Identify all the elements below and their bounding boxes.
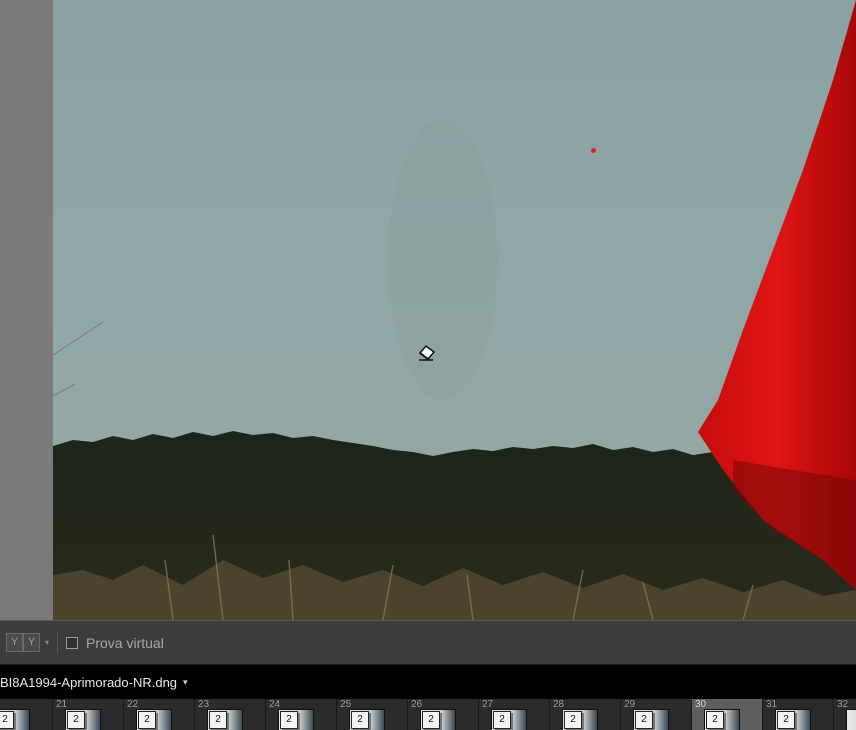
filmstrip-header: BI8A1994-Aprimorado-NR.dng ▾ bbox=[0, 664, 856, 700]
view-toolbar: Y Y ▾ Prova virtual bbox=[0, 620, 856, 664]
filmstrip-thumbnail[interactable]: 21 2 bbox=[53, 699, 124, 730]
thumbnail-image[interactable]: 2 bbox=[420, 709, 456, 730]
stack-count-badge[interactable]: 2 bbox=[0, 711, 14, 729]
filmstrip-thumbnail[interactable]: 30 2 bbox=[692, 699, 763, 730]
toolbar-divider bbox=[57, 631, 59, 654]
filmstrip-thumbnail[interactable]: 32 bbox=[834, 699, 856, 730]
stack-count-badge[interactable]: 2 bbox=[635, 711, 653, 729]
stack-count-badge[interactable]: 2 bbox=[777, 711, 795, 729]
stack-count-badge[interactable]: 2 bbox=[422, 711, 440, 729]
filmstrip-thumbnail[interactable]: 23 2 bbox=[195, 699, 266, 730]
chevron-down-icon[interactable]: ▾ bbox=[183, 678, 188, 688]
before-after-toggle[interactable]: Y Y ▾ bbox=[6, 633, 49, 652]
filmstrip-thumbnail[interactable]: 31 2 bbox=[763, 699, 834, 730]
thumbnail-image[interactable]: 2 bbox=[633, 709, 669, 730]
stack-count-badge[interactable]: 2 bbox=[280, 711, 298, 729]
chevron-down-icon[interactable]: ▾ bbox=[45, 638, 49, 647]
stack-count-badge[interactable]: 2 bbox=[209, 711, 227, 729]
filmstrip-thumbnail[interactable]: 24 2 bbox=[266, 699, 337, 730]
photo-canvas[interactable] bbox=[53, 0, 856, 620]
stack-count-badge[interactable]: 2 bbox=[351, 711, 369, 729]
thumbnail-image[interactable]: 2 bbox=[207, 709, 243, 730]
thumbnail-image[interactable]: 2 bbox=[562, 709, 598, 730]
spot-marker[interactable] bbox=[591, 148, 596, 153]
stack-count-badge[interactable]: 2 bbox=[138, 711, 156, 729]
thumbnail-image[interactable] bbox=[846, 709, 856, 730]
left-panel-gutter bbox=[0, 0, 53, 620]
filmstrip-thumbnail[interactable]: 25 2 bbox=[337, 699, 408, 730]
filmstrip[interactable]: 2 21 2 22 2 23 2 24 2 25 2 26 2 27 2 28 2 29 2 30 2 31 2 32 bbox=[0, 699, 856, 730]
stack-count-badge[interactable]: 2 bbox=[706, 711, 724, 729]
thumbnail-image[interactable]: 2 bbox=[136, 709, 172, 730]
before-after-right[interactable]: Y bbox=[23, 633, 40, 652]
thumbnail-image[interactable]: 2 bbox=[0, 709, 30, 730]
filmstrip-thumbnail[interactable]: 28 2 bbox=[550, 699, 621, 730]
soft-proof-label[interactable]: Prova virtual bbox=[86, 635, 164, 651]
filmstrip-thumbnail[interactable]: 26 2 bbox=[408, 699, 479, 730]
soft-proof-checkbox[interactable] bbox=[66, 636, 79, 649]
photo-image bbox=[53, 0, 856, 620]
filmstrip-thumbnail[interactable]: 27 2 bbox=[479, 699, 550, 730]
current-filename[interactable]: BI8A1994-Aprimorado-NR.dng bbox=[0, 675, 177, 690]
thumbnail-image[interactable]: 2 bbox=[775, 709, 811, 730]
thumbnail-image[interactable]: 2 bbox=[349, 709, 385, 730]
thumbnail-image[interactable]: 2 bbox=[65, 709, 101, 730]
filmstrip-thumbnail[interactable]: 29 2 bbox=[621, 699, 692, 730]
thumbnail-image[interactable]: 2 bbox=[491, 709, 527, 730]
spot-removal-brush-icon bbox=[417, 343, 437, 361]
stack-count-badge[interactable]: 2 bbox=[493, 711, 511, 729]
thumbnail-image[interactable]: 2 bbox=[278, 709, 314, 730]
before-after-left[interactable]: Y bbox=[6, 633, 23, 652]
stack-count-badge[interactable]: 2 bbox=[67, 711, 85, 729]
filmstrip-thumbnail[interactable]: 2 bbox=[0, 699, 53, 730]
filmstrip-thumbnail[interactable]: 22 2 bbox=[124, 699, 195, 730]
stack-count-badge[interactable]: 2 bbox=[564, 711, 582, 729]
thumbnail-image[interactable]: 2 bbox=[704, 709, 740, 730]
